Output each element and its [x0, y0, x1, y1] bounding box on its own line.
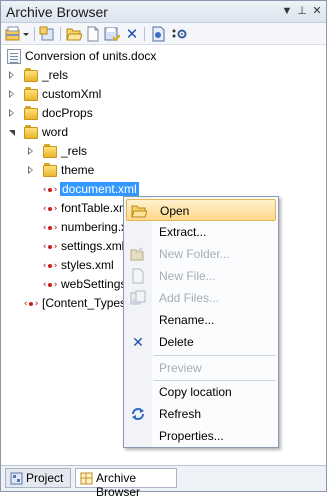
- folder-icon: [23, 106, 39, 120]
- menu-item-add-files[interactable]: Add Files...: [126, 287, 276, 309]
- menu-item-extract[interactable]: Extract...: [126, 221, 276, 243]
- tree-item-label: word: [42, 125, 69, 139]
- menu-item-label: New File...: [159, 269, 216, 283]
- archive-browser-panel: Archive Browser ▼ ⊥ ✕ ✕ Conversion of un…: [0, 0, 327, 499]
- refresh-icon: [130, 406, 146, 422]
- new-file-icon[interactable]: [85, 26, 101, 42]
- new-file-icon: [130, 268, 146, 284]
- menu-item-properties[interactable]: Properties...: [126, 425, 276, 447]
- menu-item-refresh[interactable]: Refresh: [126, 403, 276, 425]
- expand-arrow-icon[interactable]: [28, 166, 33, 174]
- menu-item-new-file[interactable]: New File...: [126, 265, 276, 287]
- expand-arrow-icon[interactable]: [9, 109, 14, 117]
- folder-icon: [23, 87, 39, 101]
- folder-icon: [23, 68, 39, 82]
- xml-file-icon: ‹ ›: [42, 204, 59, 214]
- pin-icon[interactable]: ⊥: [295, 4, 309, 18]
- xml-file-icon: ‹ ›: [42, 261, 59, 271]
- menu-item-label: Open: [160, 204, 190, 218]
- panel-titlebar: Archive Browser ▼ ⊥ ✕: [1, 1, 326, 23]
- toolbar-separator: [144, 27, 145, 41]
- new-archive-icon[interactable]: [5, 26, 21, 42]
- close-icon[interactable]: ✕: [310, 4, 324, 18]
- menu-item-rename[interactable]: Rename...: [126, 309, 276, 331]
- menu-item-new-folder[interactable]: New Folder...: [126, 243, 276, 265]
- archive-browser-icon: [80, 472, 93, 485]
- open-folder-icon[interactable]: [66, 26, 82, 42]
- menu-item-label: Properties...: [159, 429, 224, 443]
- tree-item-label: theme: [61, 163, 95, 177]
- expand-arrow-icon[interactable]: [9, 71, 14, 79]
- folder-icon: [23, 125, 39, 139]
- document-icon[interactable]: [150, 26, 166, 42]
- xml-file-icon: ‹ ›: [42, 242, 59, 252]
- menu-item-label: Preview: [159, 361, 202, 375]
- delete-icon: ✕: [132, 334, 144, 350]
- toolbar-separator: [34, 27, 35, 41]
- tree-root-label: Conversion of units.docx: [25, 49, 157, 63]
- tree-item-label: _rels: [61, 144, 88, 158]
- expand-arrow-icon[interactable]: [28, 147, 33, 155]
- tree-item-label: customXml: [42, 87, 102, 101]
- tree-item-label: fontTable.xml: [61, 201, 132, 215]
- menu-item-label: Rename...: [159, 313, 215, 327]
- tree-item-label: settings.xml: [61, 239, 125, 253]
- menu-item-label: Delete: [159, 335, 194, 349]
- tab-label: Archive Browser: [96, 471, 141, 499]
- settings-icon[interactable]: [169, 26, 189, 42]
- menu-item-preview[interactable]: Preview: [126, 357, 276, 379]
- folder-icon: [42, 163, 58, 177]
- menu-item-label: New Folder...: [159, 247, 230, 261]
- tab-archive-browser[interactable]: Archive Browser: [75, 468, 177, 499]
- menu-separator: [154, 355, 276, 356]
- project-icon: [10, 472, 23, 485]
- new-folder-icon: [130, 246, 146, 262]
- menu-item-open[interactable]: Open: [126, 199, 276, 221]
- menu-item-label: Copy location: [159, 385, 232, 399]
- xml-file-icon: ‹ ›: [42, 280, 59, 290]
- tree-item-label: docProps: [42, 106, 93, 120]
- xml-file-icon: ‹ ›: [42, 223, 59, 233]
- tab-project[interactable]: Project: [5, 468, 71, 488]
- delete-icon[interactable]: ✕: [124, 26, 140, 43]
- document-file-icon: [7, 49, 21, 64]
- toolbar: ✕: [1, 23, 326, 45]
- toolbar-separator: [60, 27, 61, 41]
- menu-item-copy-location[interactable]: Copy location: [126, 381, 276, 403]
- tab-label: Project: [26, 471, 64, 485]
- dropdown-icon[interactable]: ▼: [280, 4, 294, 18]
- menu-item-label: Extract...: [159, 225, 207, 239]
- xml-file-icon: ‹ ›: [42, 185, 59, 195]
- bottom-tab-bar: Project Archive Browser: [1, 465, 326, 499]
- save-icon[interactable]: [104, 26, 120, 42]
- collapse-arrow-icon[interactable]: [9, 130, 15, 136]
- folder-icon: [42, 144, 58, 158]
- open-folder-icon: [131, 203, 148, 219]
- menu-item-delete[interactable]: ✕ Delete: [126, 331, 276, 353]
- menu-item-label: Add Files...: [159, 291, 220, 305]
- expand-arrow-icon[interactable]: [9, 90, 14, 98]
- add-icon[interactable]: [39, 26, 55, 42]
- tree-item-label: _rels: [42, 68, 69, 82]
- dropdown-arrow-icon[interactable]: [22, 26, 30, 42]
- xml-file-icon: ‹ ›: [23, 299, 40, 309]
- panel-title: Archive Browser: [6, 4, 108, 20]
- add-files-icon: [130, 290, 146, 306]
- tree-item-label: styles.xml: [61, 258, 114, 272]
- menu-item-label: Refresh: [159, 407, 202, 421]
- tree-item-label-selected: document.xml: [60, 182, 139, 196]
- context-menu: Open Extract... New Folder... New File..…: [123, 196, 279, 448]
